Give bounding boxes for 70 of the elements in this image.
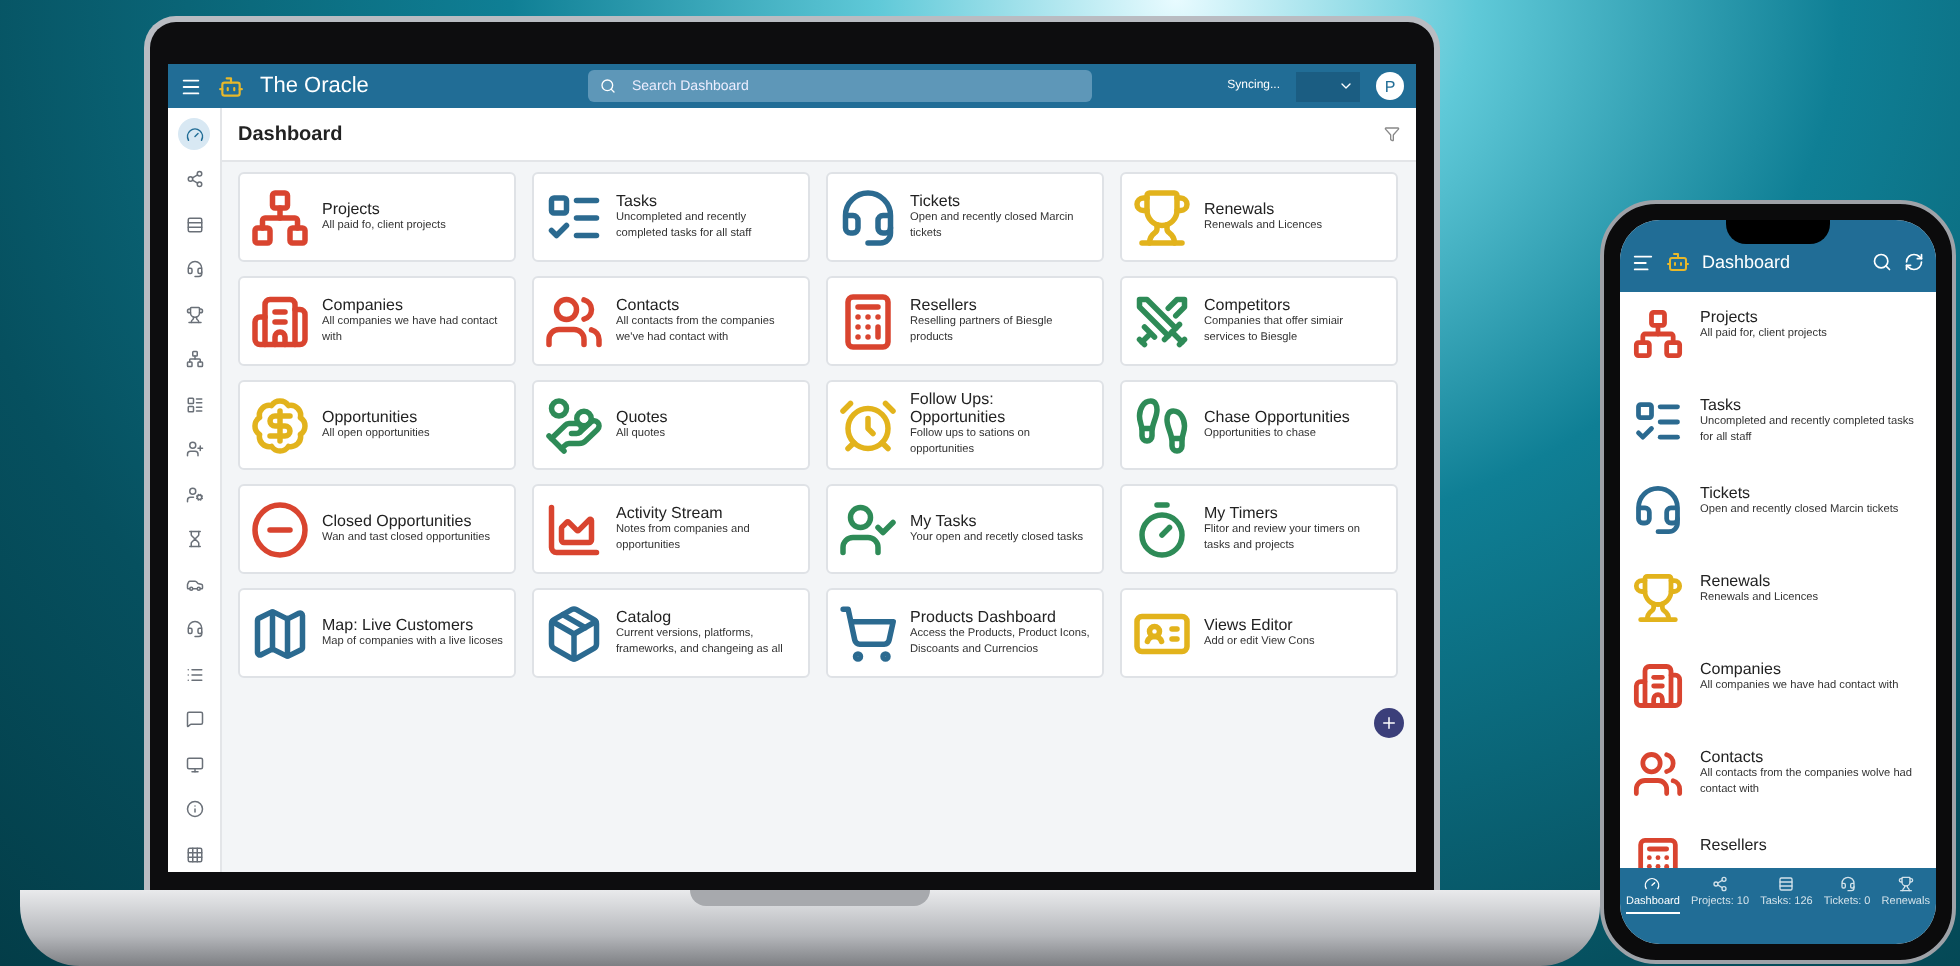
cart-icon [838,603,898,663]
tile-title: Projects [322,199,382,218]
filter-icon[interactable] [1384,126,1400,142]
gauge-icon[interactable] [178,118,210,150]
tile-title: My Timers [1204,503,1280,522]
item-title: Tasks [1700,396,1743,414]
tile-title: Follow Ups: Opportunities [910,390,1008,427]
dollar-badge-icon [250,395,310,455]
people-icon [1632,748,1684,800]
tile-title: Quotes [616,407,668,426]
list-item[interactable]: Resellers [1632,836,1928,868]
robot-logo-icon [1666,250,1690,274]
tile-title: Contacts [616,295,682,314]
tile-title: Competitors [1204,295,1293,314]
refresh-icon[interactable] [1904,252,1924,272]
area-chart-icon [544,499,604,559]
app-title: The Oracle [260,74,371,98]
tile-title: My Tasks [910,511,979,530]
add-button[interactable] [1374,708,1404,738]
trophy-icon [1897,876,1914,892]
item-title: Resellers [1700,836,1767,854]
tile-title: Products Dashboard [910,607,1058,626]
caret-icon [1338,78,1354,94]
tile-title: Opportunities [322,407,420,426]
item-title: Renewals [1700,572,1773,590]
tile-title: Closed Opportunities [322,511,474,530]
page-title: Dashboard [238,123,343,145]
item-title: Tickets [1700,484,1753,502]
tile-title: Tasks [616,191,659,210]
search-icon[interactable] [1872,252,1892,272]
table-icon [1778,876,1795,892]
hand-coins-icon [544,395,604,455]
tile-title: Tickets [910,191,963,210]
tile-title: Activity Stream [616,503,725,522]
network-icon [250,187,310,247]
user-check-icon [838,499,898,559]
headset-icon [1839,876,1856,892]
building-icon [250,291,310,351]
tile-title: Resellers [910,295,979,314]
alarm-clock-icon [838,395,898,455]
minus-circle-icon [250,499,310,559]
robot-logo-icon [218,73,244,99]
headset-icon [838,187,898,247]
trophy-icon [1132,187,1192,247]
item-title: Contacts [1700,748,1766,766]
tile-title: Views Editor [1204,615,1295,634]
tile-title: Renewals [1204,199,1277,218]
package-icon [544,603,604,663]
trophy-icon [1632,572,1684,624]
tile-title: Chase Opportunities [1204,407,1350,426]
swords-icon [1132,291,1192,351]
tile-title: Catalog [616,607,674,626]
plus-icon [1380,714,1398,732]
map-icon [250,603,310,663]
menu-icon[interactable] [180,75,202,97]
search-icon [600,78,616,94]
tile-title: Companies [322,295,405,314]
phone-title: Dashboard [1702,252,1793,272]
menu-icon[interactable] [1632,251,1654,273]
network-icon [1632,308,1684,360]
people-icon [544,291,604,351]
avatar[interactable]: P [1376,72,1404,100]
tile-title: Map: Live Customers [322,615,476,634]
item-title: Companies [1700,660,1783,678]
network-icon [1711,876,1728,892]
headset-icon [1632,484,1684,536]
item-title: Projects [1700,308,1760,326]
camera-island [1726,220,1830,244]
gauge-icon [1644,876,1661,892]
building-icon [1632,660,1684,712]
